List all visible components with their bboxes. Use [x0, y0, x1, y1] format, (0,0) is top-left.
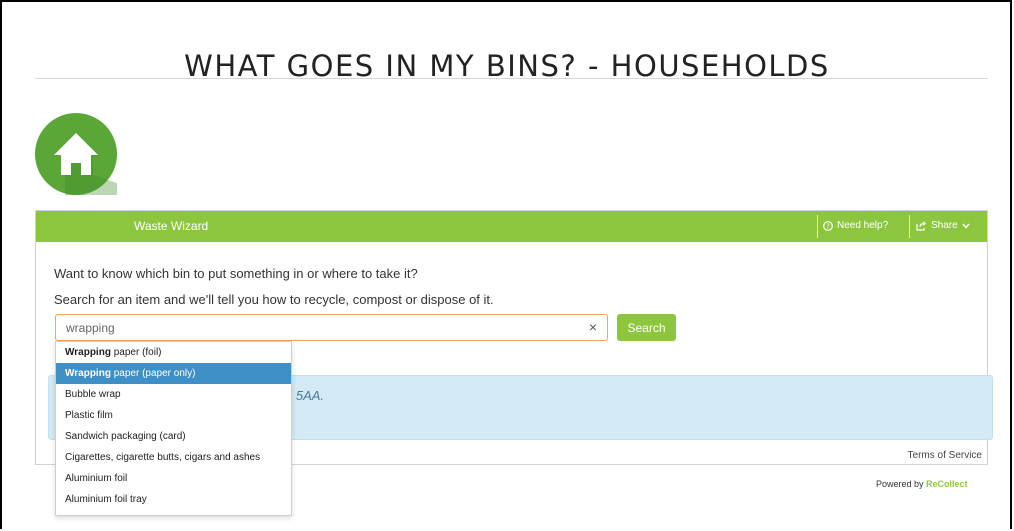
powered-by: Powered by ReCollect [876, 479, 968, 489]
search-button[interactable]: Search [617, 314, 676, 341]
recollect-logo[interactable]: ReCollect [926, 479, 968, 489]
intro-text-line1: Want to know which bin to put something … [54, 266, 418, 281]
suggestion-item[interactable]: Sandwich packaging (card) [56, 426, 291, 447]
suggestion-item[interactable]: Wrapping paper (paper only) [56, 363, 291, 384]
svg-text:?: ? [826, 222, 830, 230]
search-input-value: wrapping [66, 321, 115, 335]
suggestion-match: Wrapping [65, 368, 111, 379]
widget-title: Waste Wizard [134, 219, 209, 233]
clear-icon[interactable]: × [589, 319, 597, 335]
suggestion-text: Aluminium foil [65, 473, 128, 484]
suggestion-item[interactable]: Wrapping paper (foil) [56, 342, 291, 363]
share-icon [916, 220, 927, 231]
suggestion-text: Plastic film [65, 410, 113, 421]
header-divider [909, 215, 910, 238]
suggestion-match: Wrapping [65, 347, 111, 358]
suggestion-item[interactable]: Aluminium foil tray [56, 489, 291, 510]
intro-text-line2: Search for an item and we'll tell you ho… [54, 292, 494, 307]
suggestion-text: Aluminium foil tray [65, 494, 147, 505]
need-help-label: Need help? [837, 220, 889, 231]
house-icon [35, 113, 117, 195]
suggestion-item[interactable]: Aluminium foil [56, 468, 291, 489]
suggestion-item[interactable]: Cigarettes, cigarette butts, cigars and … [56, 447, 291, 468]
suggestion-text: paper (paper only) [110, 368, 196, 379]
suggestion-item[interactable]: Plastic film [56, 405, 291, 426]
widget-header: Waste Wizard ? Need help? Share [36, 211, 987, 242]
suggestion-text: Bubble wrap [65, 389, 121, 400]
need-help-button[interactable]: ? Need help? [823, 220, 888, 231]
suggestion-item[interactable]: Bubble wrap [56, 384, 291, 405]
search-input[interactable]: wrapping × [55, 314, 608, 341]
share-label: Share [931, 220, 958, 231]
suggestion-text: paper (foil) [110, 347, 162, 358]
title-divider [35, 78, 988, 79]
help-icon: ? [823, 220, 833, 231]
powered-by-prefix: Powered by [876, 479, 924, 489]
suggestion-text: Sandwich packaging (card) [65, 431, 186, 442]
suggestion-text: Cigarettes, cigarette butts, cigars and … [65, 452, 261, 463]
share-button[interactable]: Share [916, 220, 970, 231]
header-divider [817, 215, 818, 238]
autocomplete-dropdown: Wrapping paper (foil) Wrapping paper (pap… [55, 341, 292, 516]
terms-of-service-link[interactable]: Terms of Service [908, 450, 982, 461]
chevron-down-icon [962, 223, 970, 229]
